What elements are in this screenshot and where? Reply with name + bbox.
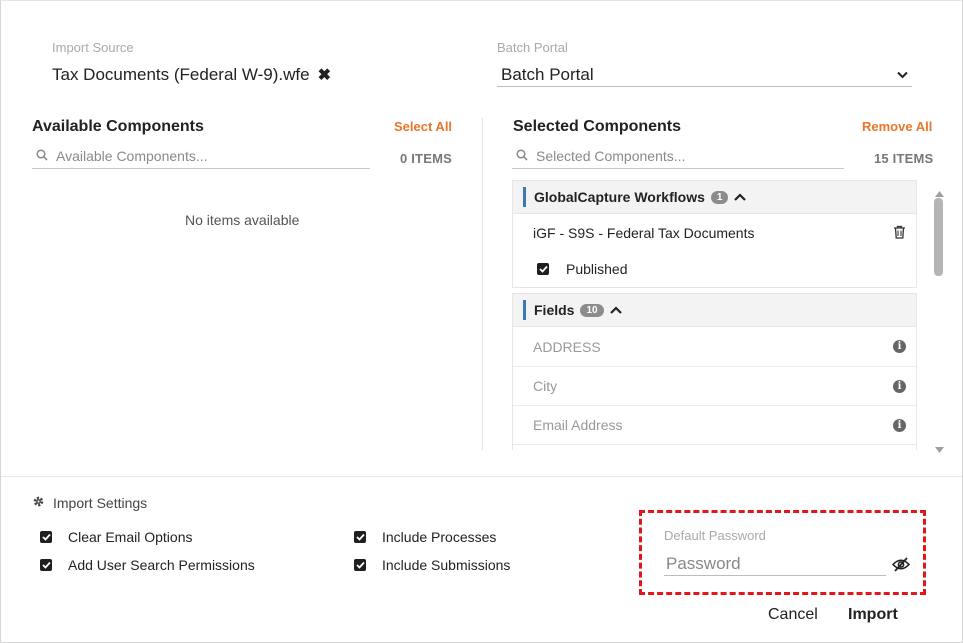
import-source-filename: Tax Documents (Federal W-9).wfe	[52, 65, 310, 84]
import-source-label: Import Source	[52, 40, 134, 55]
select-all-link[interactable]: Select All	[394, 119, 452, 134]
import-dialog: Import Source Tax Documents (Federal W-9…	[0, 0, 963, 643]
batch-portal-label: Batch Portal	[497, 40, 568, 55]
search-icon	[32, 148, 56, 164]
highlight-box	[639, 510, 926, 595]
import-button[interactable]: Import	[848, 606, 898, 624]
scrollbar[interactable]	[932, 182, 946, 453]
group-accent-bar	[523, 300, 526, 320]
remove-all-link[interactable]: Remove All	[862, 119, 932, 134]
field-name: ADDRESS	[533, 338, 601, 355]
close-icon[interactable]: ✖	[318, 65, 331, 85]
option-include-submissions[interactable]: Include Submissions	[354, 557, 510, 573]
default-password-label: Default Password	[664, 528, 766, 543]
chevron-up-icon[interactable]	[734, 188, 747, 206]
empty-state-text: No items available	[185, 212, 300, 228]
search-icon	[512, 148, 536, 164]
list-item[interactable]: ADDRESS i	[513, 327, 916, 366]
chevron-up-icon[interactable]	[609, 301, 622, 319]
option-label: Include Submissions	[382, 557, 511, 573]
available-search[interactable]: Available Components...	[32, 144, 370, 169]
batch-portal-select[interactable]: Batch Portal	[497, 65, 912, 87]
trash-icon[interactable]	[893, 225, 906, 244]
field-name: Email Address	[533, 417, 623, 433]
group-header-workflows[interactable]: GlobalCapture Workflows 1	[512, 180, 917, 214]
list-item[interactable]	[513, 444, 916, 450]
workflow-item-name: iGF - S9S - Federal Tax Documents	[533, 225, 755, 241]
cancel-button[interactable]: Cancel	[768, 606, 818, 624]
option-clear-email[interactable]: Clear Email Options	[40, 529, 193, 545]
checkbox-checked-icon[interactable]	[354, 531, 366, 543]
section-divider	[1, 476, 962, 477]
checkbox-checked-icon[interactable]	[537, 263, 549, 275]
group-name: Fields	[534, 302, 575, 318]
checkbox-checked-icon[interactable]	[354, 559, 366, 571]
published-checkbox[interactable]: Published	[537, 261, 628, 277]
eye-slash-icon[interactable]	[891, 557, 911, 577]
group-header-fields[interactable]: Fields 10	[512, 293, 917, 327]
published-label: Published	[566, 261, 628, 277]
import-source-value: Tax Documents (Federal W-9).wfe ✖	[52, 65, 331, 85]
fields-list: ADDRESS i City i Email Address i	[512, 327, 917, 450]
info-icon[interactable]: i	[893, 418, 906, 432]
option-label: Include Processes	[382, 529, 497, 545]
selected-search[interactable]: Selected Components...	[512, 144, 844, 169]
group-count-badge: 1	[710, 190, 729, 204]
group-accent-bar	[523, 187, 526, 207]
selected-search-input[interactable]: Selected Components...	[536, 148, 685, 164]
gear-icon	[32, 495, 53, 511]
info-icon[interactable]: i	[893, 340, 906, 353]
checkbox-checked-icon[interactable]	[40, 559, 52, 571]
column-divider	[482, 118, 483, 450]
selected-items-count: 15 ITEMS	[874, 151, 934, 166]
import-settings-header: Import Settings	[32, 495, 147, 511]
selected-components-title: Selected Components	[513, 118, 682, 135]
available-items-count: 0 ITEMS	[400, 151, 452, 166]
list-item[interactable]: City i	[513, 366, 916, 405]
available-search-input[interactable]: Available Components...	[56, 148, 208, 164]
scroll-thumb[interactable]	[934, 198, 943, 276]
field-name: City	[533, 378, 558, 394]
password-placeholder: Password	[666, 554, 741, 573]
option-label: Clear Email Options	[68, 529, 193, 545]
import-settings-title: Import Settings	[53, 495, 148, 511]
available-components-title: Available Components	[32, 118, 204, 135]
option-include-processes[interactable]: Include Processes	[354, 529, 496, 545]
checkbox-checked-icon[interactable]	[40, 531, 52, 543]
group-name: GlobalCapture Workflows	[534, 189, 705, 205]
option-add-user-search[interactable]: Add User Search Permissions	[40, 557, 255, 573]
batch-portal-value: Batch Portal	[501, 64, 594, 84]
workflow-item: iGF - S9S - Federal Tax Documents Publis…	[512, 214, 917, 288]
info-icon[interactable]: i	[893, 379, 906, 393]
selected-list: GlobalCapture Workflows 1 iGF - S9S - Fe…	[512, 180, 917, 450]
list-item[interactable]: Email Address i	[513, 405, 916, 444]
group-count-badge: 10	[580, 303, 604, 317]
password-input[interactable]: Password	[664, 554, 886, 576]
chevron-down-icon	[897, 71, 908, 79]
scroll-down-icon[interactable]	[935, 440, 944, 458]
option-label: Add User Search Permissions	[68, 557, 255, 573]
